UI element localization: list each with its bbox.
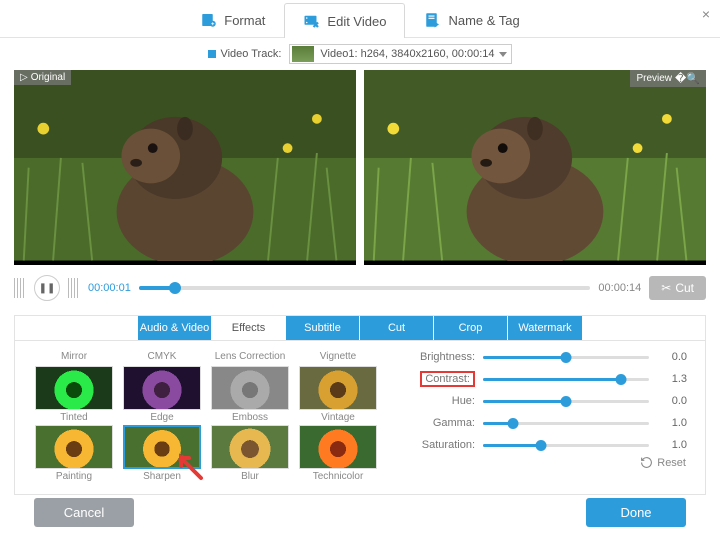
tab-format[interactable]: Format xyxy=(181,2,284,37)
tab-edit-label: Edit Video xyxy=(327,14,386,29)
fx-technicolor[interactable]: Technicolor xyxy=(297,425,379,482)
preview-result: Preview�🔍 xyxy=(364,70,706,265)
cancel-button[interactable]: Cancel xyxy=(34,498,134,527)
tab-name-label: Name & Tag xyxy=(448,13,519,28)
slider-hue[interactable]: Hue:0.0 xyxy=(409,395,687,407)
fx-header: Lens Correction xyxy=(209,351,291,364)
fx-painting[interactable]: Painting xyxy=(33,425,115,482)
preview-badge: Preview�🔍 xyxy=(630,70,706,87)
sub-tab-audio-video[interactable]: Audio & Video xyxy=(138,316,212,340)
preview-original: ▷Original xyxy=(14,70,356,265)
slider-saturation[interactable]: Saturation:1.0 xyxy=(409,439,687,451)
fx-header: CMYK xyxy=(121,351,203,364)
timeline-track[interactable] xyxy=(139,286,591,290)
track-value: Video1: h264, 3840x2160, 00:00:14 xyxy=(320,48,494,60)
tab-edit-video[interactable]: Edit Video xyxy=(284,3,405,38)
fx-emboss[interactable]: Emboss xyxy=(209,366,291,423)
effects-grid: MirrorCMYKLens CorrectionVignetteTintedE… xyxy=(33,351,379,482)
slider-contrast[interactable]: Contrast:1.3 xyxy=(409,373,687,385)
video-track-label: Video Track: xyxy=(208,48,281,60)
track-thumb xyxy=(292,46,314,62)
pointer-arrow xyxy=(175,452,205,482)
time-total: 00:00:14 xyxy=(598,282,641,294)
done-button[interactable]: Done xyxy=(586,498,686,527)
sub-tab-crop[interactable]: Crop xyxy=(434,316,508,340)
play-pause-button[interactable]: ❚❚ xyxy=(34,275,60,301)
tab-format-label: Format xyxy=(224,13,265,28)
slider-gamma[interactable]: Gamma:1.0 xyxy=(409,417,687,429)
original-badge: ▷Original xyxy=(14,70,71,85)
fx-tinted[interactable]: Tinted xyxy=(33,366,115,423)
video-track-select[interactable]: Video1: h264, 3840x2160, 00:00:14 xyxy=(289,44,511,64)
grip-left[interactable] xyxy=(14,278,26,298)
sub-tab-cut[interactable]: Cut xyxy=(360,316,434,340)
fx-blur[interactable]: Blur xyxy=(209,425,291,482)
fx-vintage[interactable]: Vintage xyxy=(297,366,379,423)
sub-tab-effects[interactable]: Effects xyxy=(212,316,286,340)
sub-tab-watermark[interactable]: Watermark xyxy=(508,316,582,340)
fx-edge[interactable]: Edge xyxy=(121,366,203,423)
cut-button[interactable]: ✂Cut xyxy=(649,276,706,300)
sub-tabs: Audio & VideoEffectsSubtitleCutCropWater… xyxy=(15,316,705,341)
tab-name-tag[interactable]: Name & Tag xyxy=(405,2,538,37)
slider-brightness[interactable]: Brightness:0.0 xyxy=(409,351,687,363)
sub-tab-subtitle[interactable]: Subtitle xyxy=(286,316,360,340)
grip-right[interactable] xyxy=(68,278,80,298)
fx-header: Mirror xyxy=(33,351,115,364)
time-current: 00:00:01 xyxy=(88,282,131,294)
close-icon[interactable]: × xyxy=(702,6,710,22)
fx-header: Vignette xyxy=(297,351,379,364)
reset-button[interactable]: Reset xyxy=(640,456,686,469)
